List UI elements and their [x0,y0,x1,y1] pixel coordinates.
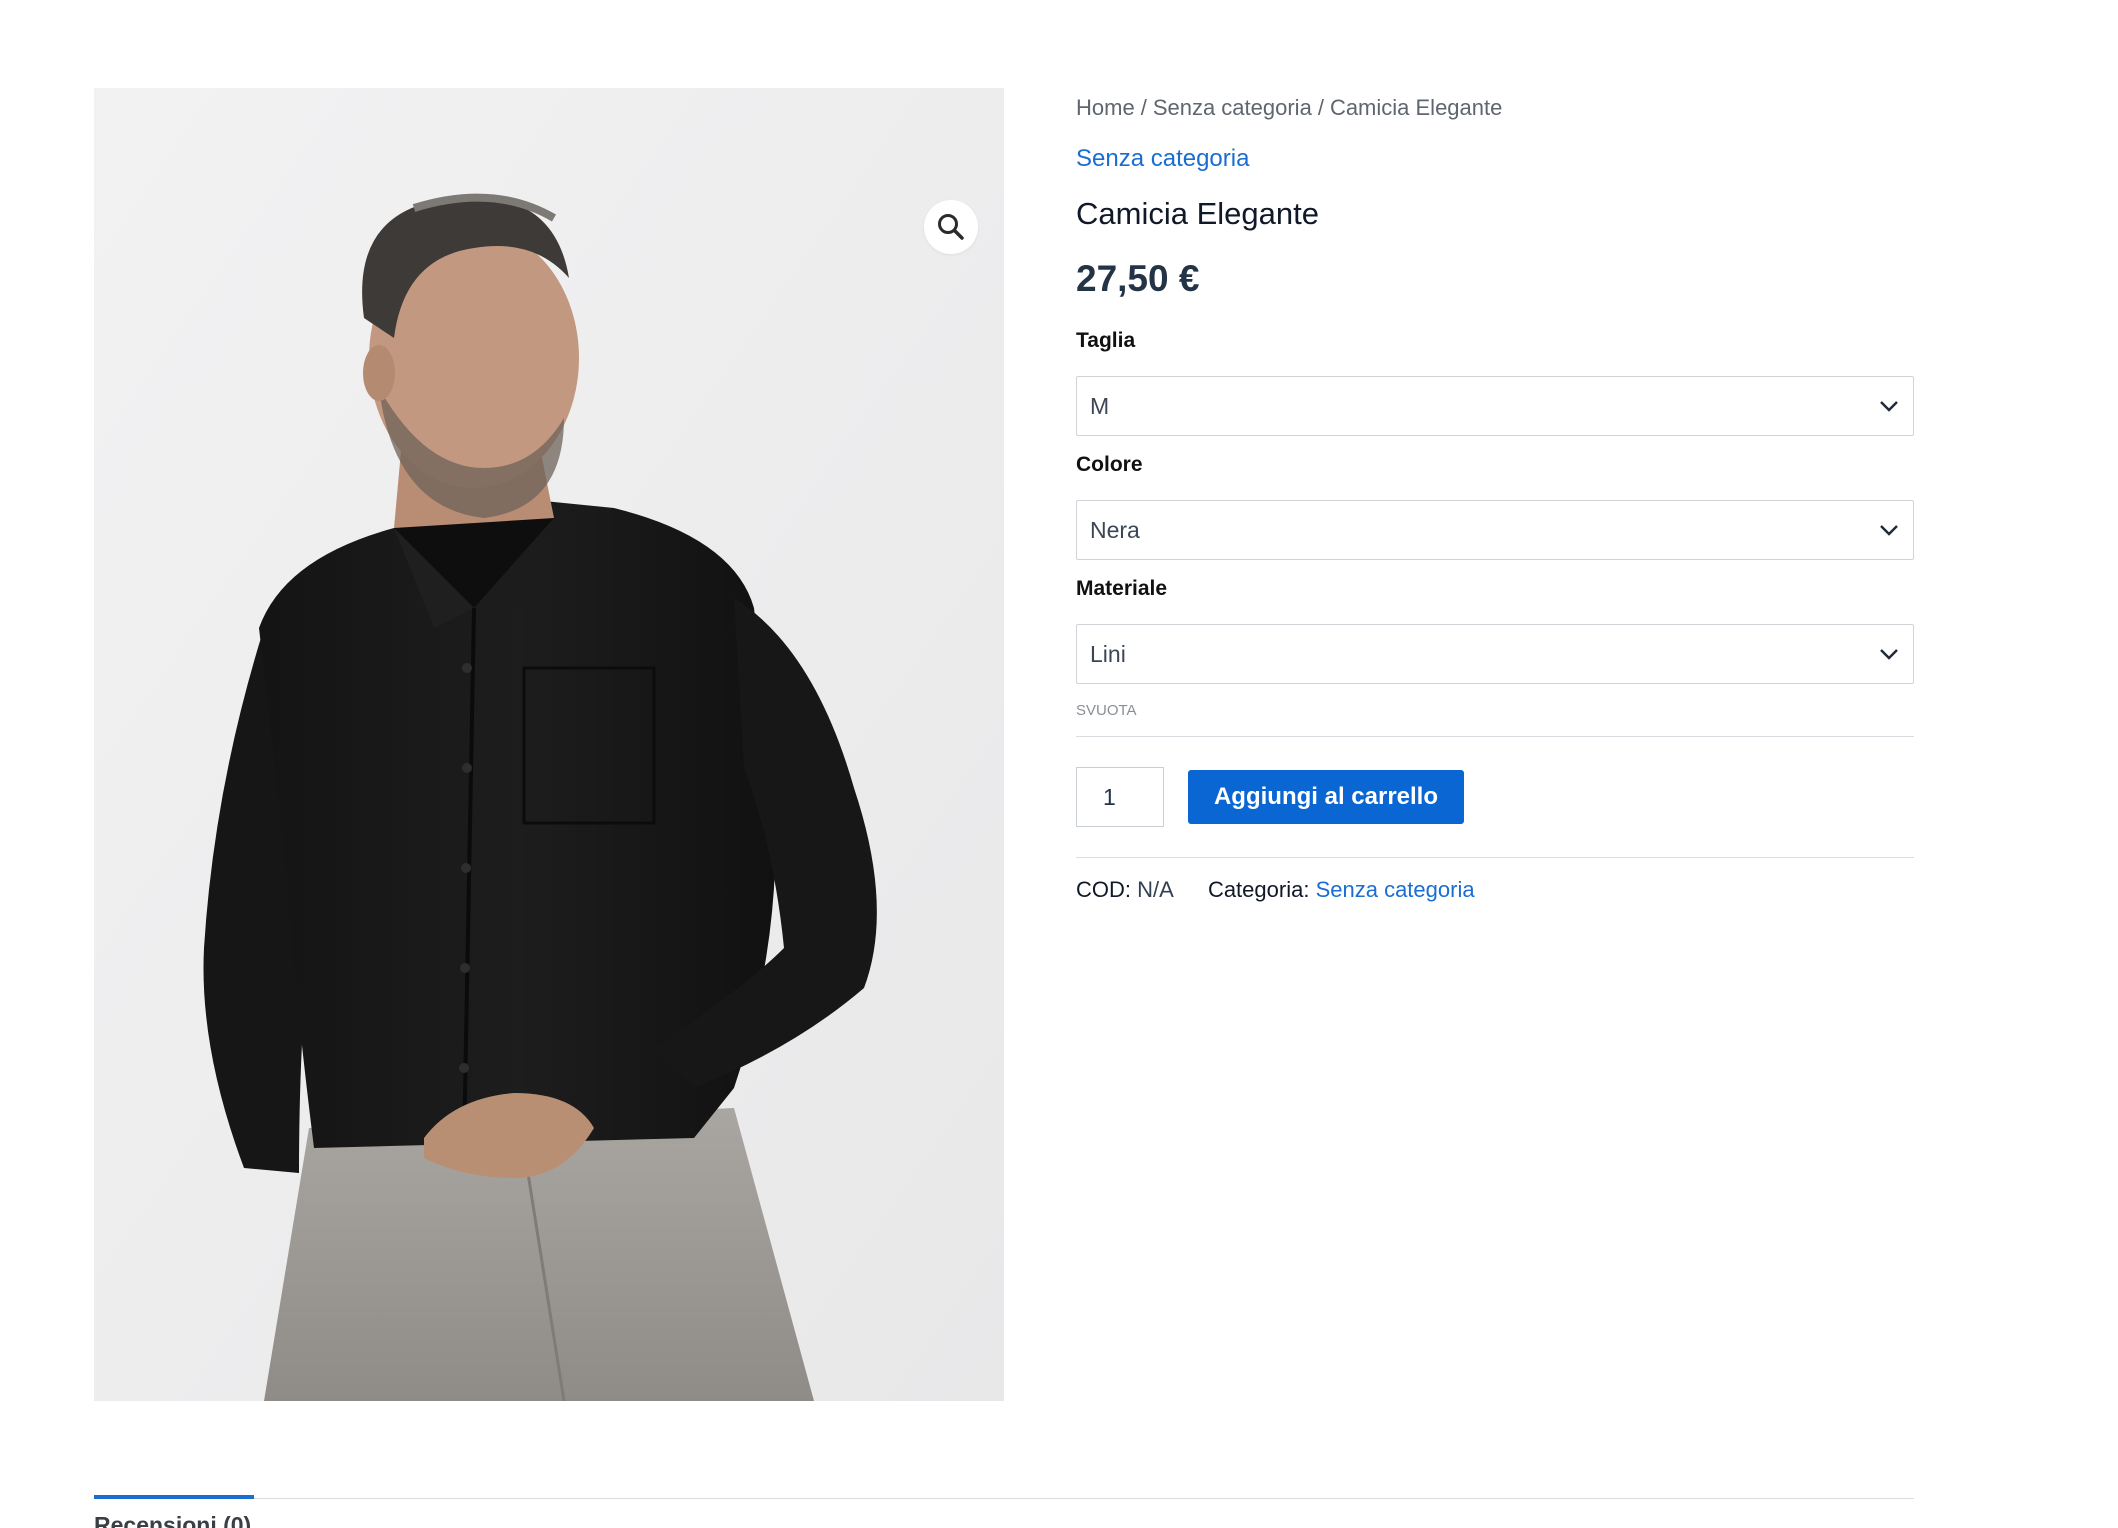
breadcrumb-category[interactable]: Senza categoria [1153,95,1312,120]
product-title: Camicia Elegante [1076,196,1319,231]
product-category-link[interactable]: Senza categoria [1076,142,1249,176]
divider [1076,736,1914,737]
product-meta: COD: N/A Categoria: Senza categoria [1076,874,1914,906]
product-image[interactable] [94,88,1004,1401]
tab-reviews[interactable]: Recensioni (0) [94,1512,251,1528]
category-meta: Categoria: Senza categoria [1208,877,1475,902]
size-select[interactable]: M [1076,376,1914,436]
breadcrumb-separator: / [1140,95,1147,120]
size-selected-value: M [1090,392,1110,419]
breadcrumb-separator: / [1317,95,1324,120]
add-to-cart-form: 1 Aggiungi al carrello [1076,767,1914,827]
divider [1076,857,1914,858]
add-to-cart-button[interactable]: Aggiungi al carrello [1188,770,1464,824]
sku-label: COD: [1076,877,1131,902]
chevron-down-icon [1880,649,1898,660]
color-selected-value: Nera [1090,516,1140,543]
size-label: Taglia [1076,329,1136,352]
breadcrumb-home[interactable]: Home [1076,95,1135,120]
magnifier-icon [938,214,964,240]
breadcrumb: Home / Senza categoria / Camicia Elegante [1076,88,1914,128]
breadcrumb-current: Camicia Elegante [1329,95,1503,120]
category-label: Categoria: [1207,877,1310,902]
category-meta-link[interactable]: Senza categoria [1316,877,1475,902]
quantity-input[interactable]: 1 [1076,767,1164,827]
sku-value: N/A [1137,877,1174,902]
product-price: 27,50 € [1076,258,1200,299]
chevron-down-icon [1880,525,1898,536]
sku: COD: N/A [1076,877,1174,902]
zoom-button[interactable] [924,200,978,254]
material-select[interactable]: Lini [1076,624,1914,684]
tabs-divider [94,1498,1914,1499]
active-tab-indicator [94,1495,254,1499]
chevron-down-icon [1880,401,1898,412]
color-label: Colore [1076,453,1143,476]
material-label: Materiale [1076,577,1168,600]
product-photo [94,88,1004,1401]
product-page: Home / Senza categoria / Camicia Elegante Se… [0,0,2118,1528]
product-summary: Home / Senza categoria / Camicia Elegante Se… [1076,88,1914,906]
product-tabs: Recensioni (0) [94,1495,1914,1528]
reset-variations-link[interactable]: Svuota [1076,700,1137,722]
color-select[interactable]: Nera [1076,500,1914,560]
material-selected-value: Lini [1090,640,1126,667]
